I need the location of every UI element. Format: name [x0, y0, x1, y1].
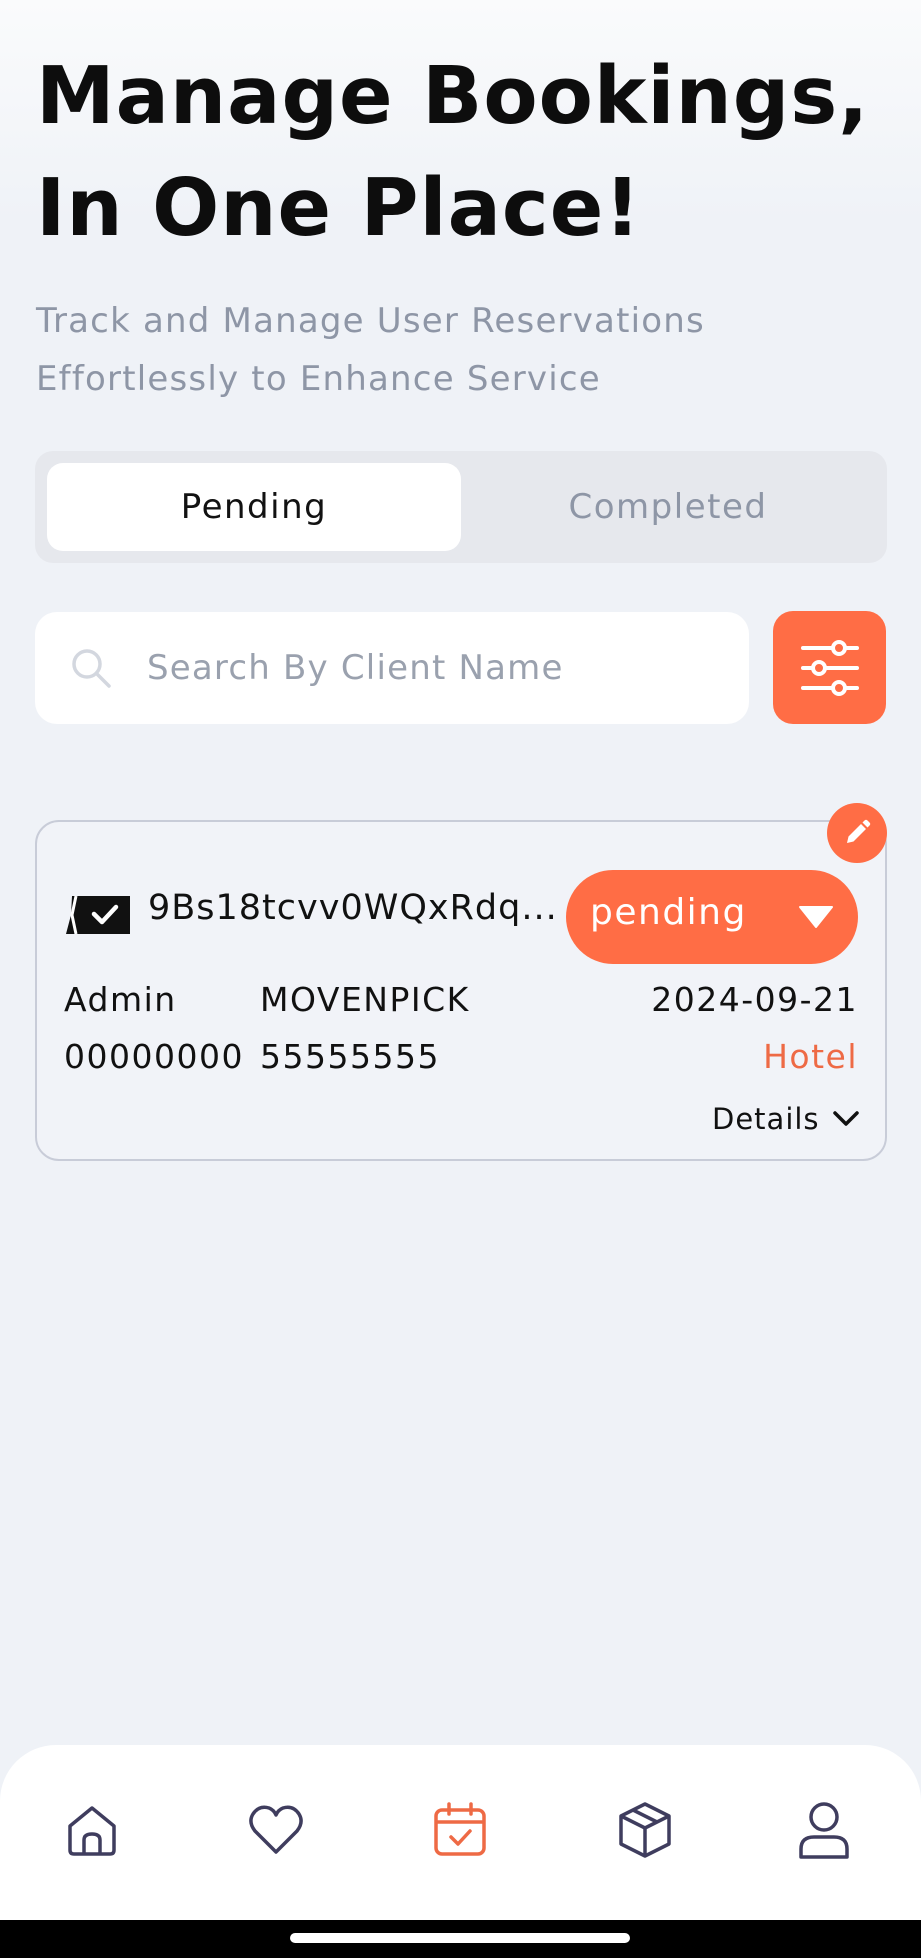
client-phone: 00000000 — [64, 1037, 244, 1076]
bottom-navigation — [0, 1745, 921, 1920]
status-segmented-control: Pending Completed — [35, 451, 887, 563]
booking-date: 2024-09-21 — [651, 980, 858, 1019]
edit-booking-button[interactable] — [827, 803, 887, 863]
subtitle-line-1: Track and Manage User Reservations — [36, 301, 705, 341]
pencil-icon — [847, 819, 871, 843]
home-indicator[interactable] — [290, 1933, 630, 1943]
property-phone: 55555555 — [260, 1037, 440, 1076]
heart-icon — [249, 1805, 303, 1854]
title-line-1: Manage Bookings, — [36, 50, 870, 142]
nav-home[interactable] — [57, 1795, 127, 1865]
tab-completed[interactable]: Completed — [461, 463, 875, 551]
search-input[interactable] — [147, 632, 717, 704]
search-icon — [72, 649, 111, 688]
nav-profile[interactable] — [789, 1795, 859, 1865]
booking-type: Hotel — [763, 1037, 858, 1076]
user-icon — [799, 1802, 849, 1859]
status-dropdown[interactable]: pending — [566, 870, 858, 964]
chevron-down-icon — [833, 1111, 859, 1126]
nav-packages[interactable] — [610, 1795, 680, 1865]
details-toggle[interactable]: Details — [700, 1100, 866, 1140]
caret-down-icon — [799, 906, 833, 928]
page-title: Manage Bookings, In One Place! — [36, 40, 896, 264]
client-name: Admin — [64, 980, 177, 1019]
subtitle-line-2: Effortlessly to Enhance Service — [36, 359, 601, 399]
search-bar — [35, 612, 749, 724]
ticket-icon — [66, 895, 130, 935]
booking-id: 9Bs18tcvv0WQxRdq... — [148, 888, 558, 928]
property-name: MOVENPICK — [260, 980, 470, 1019]
sliders-icon — [800, 639, 859, 696]
nav-bookings[interactable] — [425, 1795, 495, 1865]
home-icon — [68, 1806, 116, 1856]
calendar-check-icon — [434, 1802, 486, 1856]
status-label: pending — [590, 892, 747, 933]
details-label: Details — [712, 1102, 820, 1136]
page-subtitle: Track and Manage User Reservations Effor… — [36, 292, 896, 408]
title-line-2: In One Place! — [36, 162, 642, 254]
package-icon — [619, 1802, 671, 1858]
nav-favorites[interactable] — [241, 1795, 311, 1865]
filter-button[interactable] — [773, 611, 886, 724]
tab-pending[interactable]: Pending — [47, 463, 461, 551]
